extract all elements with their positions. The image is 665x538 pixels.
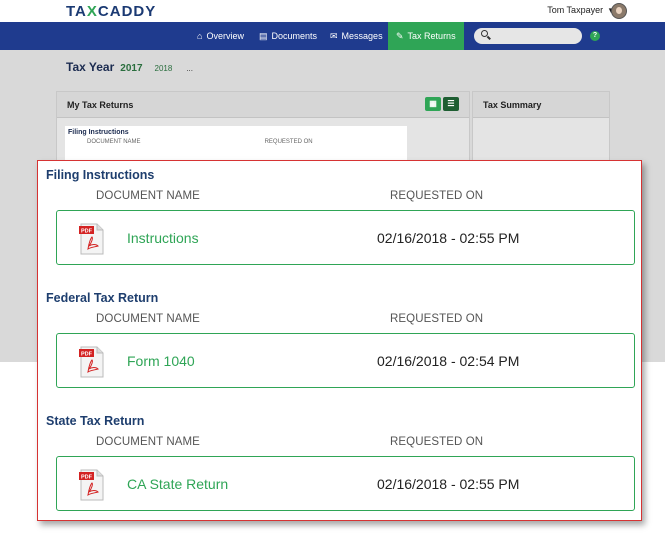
column-header-requested: REQUESTED ON xyxy=(390,313,484,325)
svg-text:PDF: PDF xyxy=(81,475,93,481)
column-header-requested: REQUESTED ON xyxy=(390,436,484,448)
top-bar: TAXCADDY Tom Taxpayer ▼ xyxy=(0,0,665,22)
nav-messages[interactable]: ✉ Messages xyxy=(330,22,383,50)
nav-tax-returns[interactable]: ✎ Tax Returns xyxy=(388,22,464,50)
svg-text:PDF: PDF xyxy=(81,229,93,235)
list-view-icon[interactable]: ☰ xyxy=(443,97,459,111)
requested-on-date: 02/16/2018 - 02:55 PM xyxy=(377,230,520,246)
tax-return-icon: ✎ xyxy=(396,31,404,41)
pdf-icon: PDF xyxy=(79,469,104,501)
tax-year-bar: Tax Year 2017 2018 ... xyxy=(66,60,193,74)
grid-view-icon[interactable]: ▦ xyxy=(425,97,441,111)
zoom-callout: Filing Instructions DOCUMENT NAME REQUES… xyxy=(37,160,642,521)
column-header-document: DOCUMENT NAME xyxy=(96,190,200,202)
column-header-requested: REQUESTED ON xyxy=(390,190,484,202)
pdf-icon: PDF xyxy=(79,346,104,378)
section-title: Filing Instructions xyxy=(46,168,155,182)
search-icon xyxy=(481,30,488,37)
tax-year-option[interactable]: 2018 xyxy=(155,64,173,73)
user-menu[interactable]: Tom Taxpayer ▼ xyxy=(547,5,615,15)
column-header-document: DOCUMENT NAME xyxy=(96,436,200,448)
search-input[interactable] xyxy=(474,28,582,44)
help-icon[interactable]: ? xyxy=(590,31,600,41)
svg-text:PDF: PDF xyxy=(81,352,93,358)
panel-header: My Tax Returns ▦ ☰ xyxy=(57,92,469,118)
section-title: Federal Tax Return xyxy=(46,291,159,305)
document-row[interactable]: PDF CA State Return 02/16/2018 - 02:55 P… xyxy=(56,456,635,511)
home-icon: ⌂ xyxy=(197,31,203,41)
document-row[interactable]: PDF Instructions 02/16/2018 - 02:55 PM xyxy=(56,210,635,265)
nav-documents[interactable]: ▤ Documents xyxy=(259,22,317,50)
requested-on-date: 02/16/2018 - 02:54 PM xyxy=(377,353,520,369)
document-name-link[interactable]: Form 1040 xyxy=(127,353,195,369)
taxcaddy-logo[interactable]: TAXCADDY xyxy=(66,3,156,20)
section-title: State Tax Return xyxy=(46,414,145,428)
avatar[interactable] xyxy=(611,3,627,19)
requested-on-date: 02/16/2018 - 02:55 PM xyxy=(377,476,520,492)
nav-overview[interactable]: ⌂ Overview xyxy=(197,22,244,50)
message-icon: ✉ xyxy=(330,31,338,41)
user-name: Tom Taxpayer xyxy=(547,5,604,15)
document-name-link[interactable]: CA State Return xyxy=(127,476,228,492)
main-nav: ⌂ Overview ▤ Documents ✉ Messages ✎ Tax … xyxy=(0,22,665,50)
document-name-link[interactable]: Instructions xyxy=(127,230,199,246)
more-years[interactable]: ... xyxy=(186,64,193,73)
panel-header: Tax Summary xyxy=(473,92,609,118)
pdf-icon: PDF xyxy=(79,223,104,255)
tax-year-label: Tax Year xyxy=(66,60,115,74)
document-icon: ▤ xyxy=(259,31,268,41)
column-header-document: DOCUMENT NAME xyxy=(96,313,200,325)
document-row[interactable]: PDF Form 1040 02/16/2018 - 02:54 PM xyxy=(56,333,635,388)
tax-year-selected[interactable]: 2017 xyxy=(120,63,142,74)
